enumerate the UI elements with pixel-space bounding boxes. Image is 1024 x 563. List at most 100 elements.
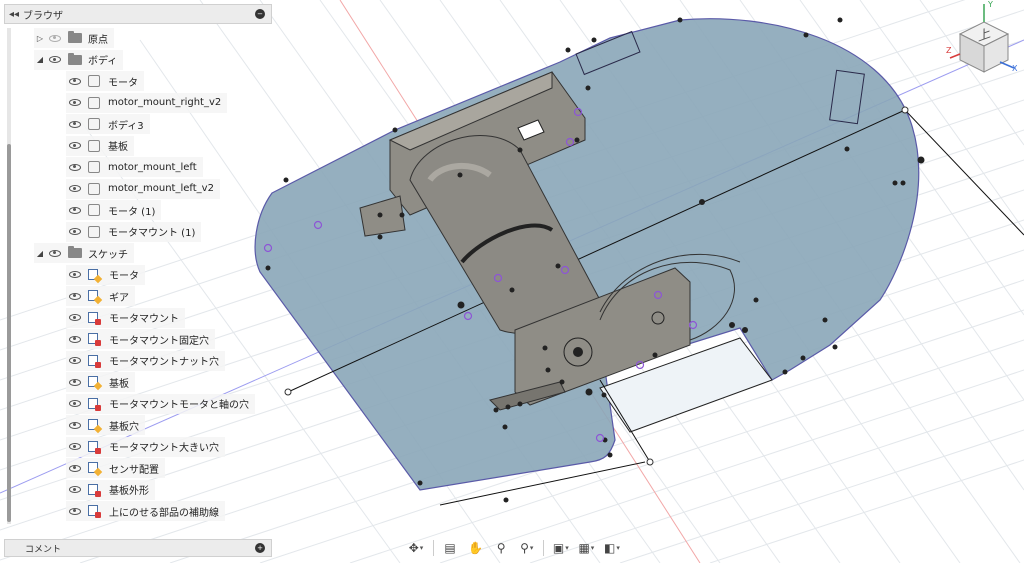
browser-sketch-row[interactable]: モータマウントモータと軸の穴 <box>66 393 255 414</box>
browser-folder-row[interactable]: ◢ ボディ <box>34 49 124 70</box>
collapse-panel-icon[interactable]: ◂◂ <box>5 9 23 20</box>
browser-item-label: motor_mount_right_v2 <box>108 97 222 108</box>
sketch-edit-icon <box>87 461 103 477</box>
browser-item-label: motor_mount_left_v2 <box>108 183 214 194</box>
expand-down-icon[interactable]: ◢ <box>34 249 46 258</box>
visibility-eye-icon[interactable] <box>66 140 84 152</box>
sketch-locked-icon <box>87 397 101 411</box>
comments-panel[interactable]: コメント + <box>4 539 272 557</box>
browser-body-row[interactable]: モータ <box>66 71 144 91</box>
browser-sketch-row[interactable]: 基板外形 <box>66 479 155 500</box>
chevron-down-icon[interactable]: ▾ <box>530 544 534 552</box>
zoom-icon: ⚲ <box>496 541 506 555</box>
grid-settings-icon: ▦ <box>578 541 590 555</box>
body-icon <box>88 225 100 238</box>
visibility-eye-icon[interactable] <box>66 419 84 431</box>
viewports-button[interactable]: ◧ ▾ <box>603 539 621 557</box>
browser-sketch-row[interactable]: モータマウントナット穴 <box>66 350 225 371</box>
body-icon <box>88 96 100 109</box>
scrollbar-thumb[interactable] <box>7 144 11 522</box>
browser-sketch-row[interactable]: 基板穴 <box>66 415 145 435</box>
browser-sketch-row[interactable]: 上にのせる部品の補助線 <box>66 501 225 521</box>
fit-button[interactable]: ⚲ ▾ <box>518 539 536 557</box>
browser-item-label: 上にのせる部品の補助線 <box>109 507 219 519</box>
visibility-eye-icon[interactable] <box>66 398 84 410</box>
pan-button[interactable]: ✋ <box>467 539 485 557</box>
visibility-eye-icon[interactable] <box>66 462 84 474</box>
display-settings-button[interactable]: ▣ ▾ <box>552 539 570 557</box>
visibility-eye-icon[interactable] <box>66 118 84 130</box>
chevron-down-icon[interactable]: ▾ <box>420 544 424 552</box>
browser-sketch-row[interactable]: モータマウント大きい穴 <box>66 436 225 457</box>
visibility-eye-icon[interactable] <box>46 32 64 44</box>
browser-body-row[interactable]: motor_mount_right_v2 <box>66 92 228 113</box>
browser-sketch-row[interactable]: センサ配置 <box>66 458 165 478</box>
body-icon <box>88 75 100 87</box>
viewports-icon: ◧ <box>603 541 616 555</box>
toolbar-separator <box>432 540 434 556</box>
fit-icon: ⚲ <box>520 541 529 555</box>
toolbar-separator <box>543 540 545 556</box>
expand-right-icon[interactable]: ▷ <box>34 34 46 43</box>
chevron-down-icon[interactable]: ▾ <box>565 544 569 552</box>
visibility-eye-icon[interactable] <box>66 75 84 87</box>
browser-item-label: モータマウント <box>109 314 179 325</box>
browser-sketch-row[interactable]: モータ <box>66 264 145 285</box>
visibility-eye-icon[interactable] <box>66 226 84 238</box>
browser-body-row[interactable]: ボディ3 <box>66 114 150 134</box>
visibility-eye-icon[interactable] <box>66 505 84 517</box>
folder-icon <box>68 52 82 65</box>
expand-down-icon[interactable]: ◢ <box>34 55 46 64</box>
sketch-locked-icon <box>87 440 101 454</box>
visibility-eye-icon[interactable] <box>66 161 84 173</box>
browser-item-label: モータマウント大きい穴 <box>109 443 219 454</box>
visibility-eye-icon[interactable] <box>66 183 84 195</box>
browser-item-label: 基板 <box>108 142 128 153</box>
browser-body-row[interactable]: motor_mount_left <box>66 157 203 177</box>
browser-item-label: モータマウントナット穴 <box>109 357 219 368</box>
chevron-down-icon[interactable]: ▾ <box>591 544 595 552</box>
panel-pin-icon[interactable]: − <box>255 9 265 19</box>
browser-item-label: 基板 <box>109 378 129 390</box>
visibility-eye-icon[interactable] <box>66 97 84 109</box>
browser-body-row[interactable]: motor_mount_left_v2 <box>66 178 220 199</box>
browser-body-row[interactable]: モータ (1) <box>66 200 162 220</box>
visibility-eye-icon[interactable] <box>66 376 84 388</box>
sketch-edit-icon <box>87 289 103 305</box>
browser-body-row[interactable]: 基板 <box>66 135 134 156</box>
visibility-eye-icon[interactable] <box>66 441 84 453</box>
browser-sketch-row[interactable]: ギア <box>66 286 135 306</box>
folder-icon <box>68 31 82 43</box>
browser-folder-row[interactable]: ◢ スケッチ <box>34 243 134 263</box>
look-at-button[interactable]: ▤ <box>441 539 459 557</box>
browser-body-row[interactable]: モータマウント (1) <box>66 221 202 242</box>
browser-item-label: モータマウント固定穴 <box>109 335 209 347</box>
visibility-eye-icon[interactable] <box>46 54 64 66</box>
browser-sketch-row[interactable]: モータマウント <box>66 307 185 328</box>
zoom-button[interactable]: ⚲ <box>492 539 510 557</box>
browser-folder-row[interactable]: ▷ 原点 <box>34 28 114 48</box>
browser-sketch-row[interactable]: モータマウント固定穴 <box>66 329 215 349</box>
body-icon <box>88 139 100 152</box>
pan-icon: ✋ <box>468 541 484 555</box>
sketch-edit-icon <box>87 418 103 434</box>
look-at-icon: ▤ <box>444 541 456 555</box>
visibility-eye-icon[interactable] <box>66 312 84 324</box>
visibility-eye-icon[interactable] <box>66 333 84 345</box>
grid-settings-button[interactable]: ▦ ▾ <box>577 539 595 557</box>
visibility-eye-icon[interactable] <box>66 290 84 302</box>
sketch-locked-icon <box>87 504 101 518</box>
orbit-button[interactable]: ✥ ▾ <box>407 539 425 557</box>
visibility-eye-icon[interactable] <box>66 204 84 216</box>
navigation-toolbar: ✥ ▾ ▤ ✋ ⚲ ⚲ ▾ ▣ ▾ ▦ ▾ ◧ ▾ <box>407 537 621 559</box>
visibility-eye-icon[interactable] <box>66 269 84 281</box>
visibility-eye-icon[interactable] <box>46 247 64 259</box>
browser-item-label: モータマウント (1) <box>108 228 196 239</box>
visibility-eye-icon[interactable] <box>66 355 84 367</box>
browser-sketch-row[interactable]: 基板 <box>66 372 135 392</box>
comments-add-icon[interactable]: + <box>255 543 265 553</box>
browser-item-label: センサ配置 <box>109 464 159 476</box>
visibility-eye-icon[interactable] <box>66 484 84 496</box>
chevron-down-icon[interactable]: ▾ <box>616 544 620 552</box>
comments-title: コメント <box>25 544 62 555</box>
